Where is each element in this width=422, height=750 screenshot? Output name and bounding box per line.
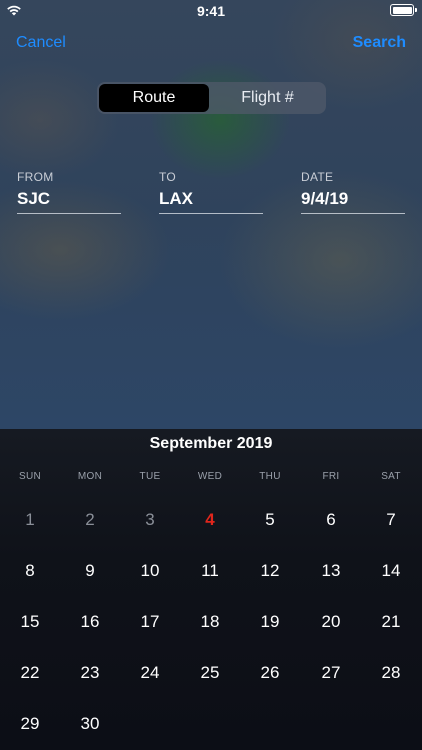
date-value[interactable]: 9/4/19 [301, 189, 405, 214]
calendar-day-11[interactable]: 11 [180, 561, 240, 581]
segment-flight-number[interactable]: Flight # [211, 84, 324, 112]
date-field[interactable]: DATE 9/4/19 [301, 170, 405, 214]
calendar-day-16[interactable]: 16 [60, 612, 120, 632]
calendar-day-20[interactable]: 20 [301, 612, 361, 632]
calendar-day-27[interactable]: 27 [301, 663, 361, 683]
calendar-day-18[interactable]: 18 [180, 612, 240, 632]
weekday-fri: FRI [322, 471, 340, 482]
calendar-day-13[interactable]: 13 [301, 561, 361, 581]
map-background [0, 0, 422, 430]
status-bar: 9:41 [0, 0, 422, 22]
calendar-day-25[interactable]: 25 [180, 663, 240, 683]
from-value[interactable]: SJC [17, 189, 121, 214]
segment-route[interactable]: Route [99, 84, 209, 112]
calendar-day-3[interactable]: 3 [120, 510, 180, 530]
calendar-day-10[interactable]: 10 [120, 561, 180, 581]
search-mode-segmented-control: Route Flight # [97, 82, 326, 114]
calendar-day-7[interactable]: 7 [361, 510, 421, 530]
weekday-mon: MON [77, 471, 103, 482]
calendar-day-28[interactable]: 28 [361, 663, 421, 683]
calendar-day-6[interactable]: 6 [301, 510, 361, 530]
calendar-day-15[interactable]: 15 [0, 612, 60, 632]
calendar-panel: September 2019 SUN MON TUE WED THU FRI SAT 1 2 3 4… [0, 429, 422, 750]
calendar-day-5[interactable]: 5 [240, 510, 300, 530]
weekday-thu: THU [259, 471, 281, 482]
calendar-day-30[interactable]: 30 [60, 714, 120, 734]
calendar-day-14[interactable]: 14 [361, 561, 421, 581]
calendar-day-4[interactable]: 4 [180, 510, 240, 530]
to-field[interactable]: TO LAX [159, 170, 263, 214]
calendar-day-1[interactable]: 1 [0, 510, 60, 530]
calendar-day-19[interactable]: 19 [240, 612, 300, 632]
calendar-day-22[interactable]: 22 [0, 663, 60, 683]
to-label: TO [159, 170, 177, 184]
calendar-day-9[interactable]: 9 [60, 561, 120, 581]
calendar-day-24[interactable]: 24 [120, 663, 180, 683]
calendar-month-title: September 2019 [149, 435, 273, 452]
calendar-day-29[interactable]: 29 [0, 714, 60, 734]
calendar-day-12[interactable]: 12 [240, 561, 300, 581]
from-label: FROM [17, 170, 54, 184]
calendar-day-2[interactable]: 2 [60, 510, 120, 530]
calendar-day-21[interactable]: 21 [361, 612, 421, 632]
date-label: DATE [301, 170, 334, 184]
from-field[interactable]: FROM SJC [17, 170, 121, 214]
weekday-wed: WED [197, 471, 223, 482]
weekday-sun: SUN [18, 471, 41, 482]
weekday-tue: TUE [139, 471, 161, 482]
calendar-day-8[interactable]: 8 [0, 561, 60, 581]
battery-icon [390, 4, 417, 16]
search-button[interactable]: Search [353, 34, 406, 52]
cancel-button[interactable]: Cancel [16, 34, 66, 52]
calendar-day-17[interactable]: 17 [120, 612, 180, 632]
status-time: 9:41 [196, 3, 226, 19]
weekday-sat: SAT [381, 471, 401, 482]
to-value[interactable]: LAX [159, 189, 263, 214]
calendar-day-23[interactable]: 23 [60, 663, 120, 683]
calendar-day-26[interactable]: 26 [240, 663, 300, 683]
